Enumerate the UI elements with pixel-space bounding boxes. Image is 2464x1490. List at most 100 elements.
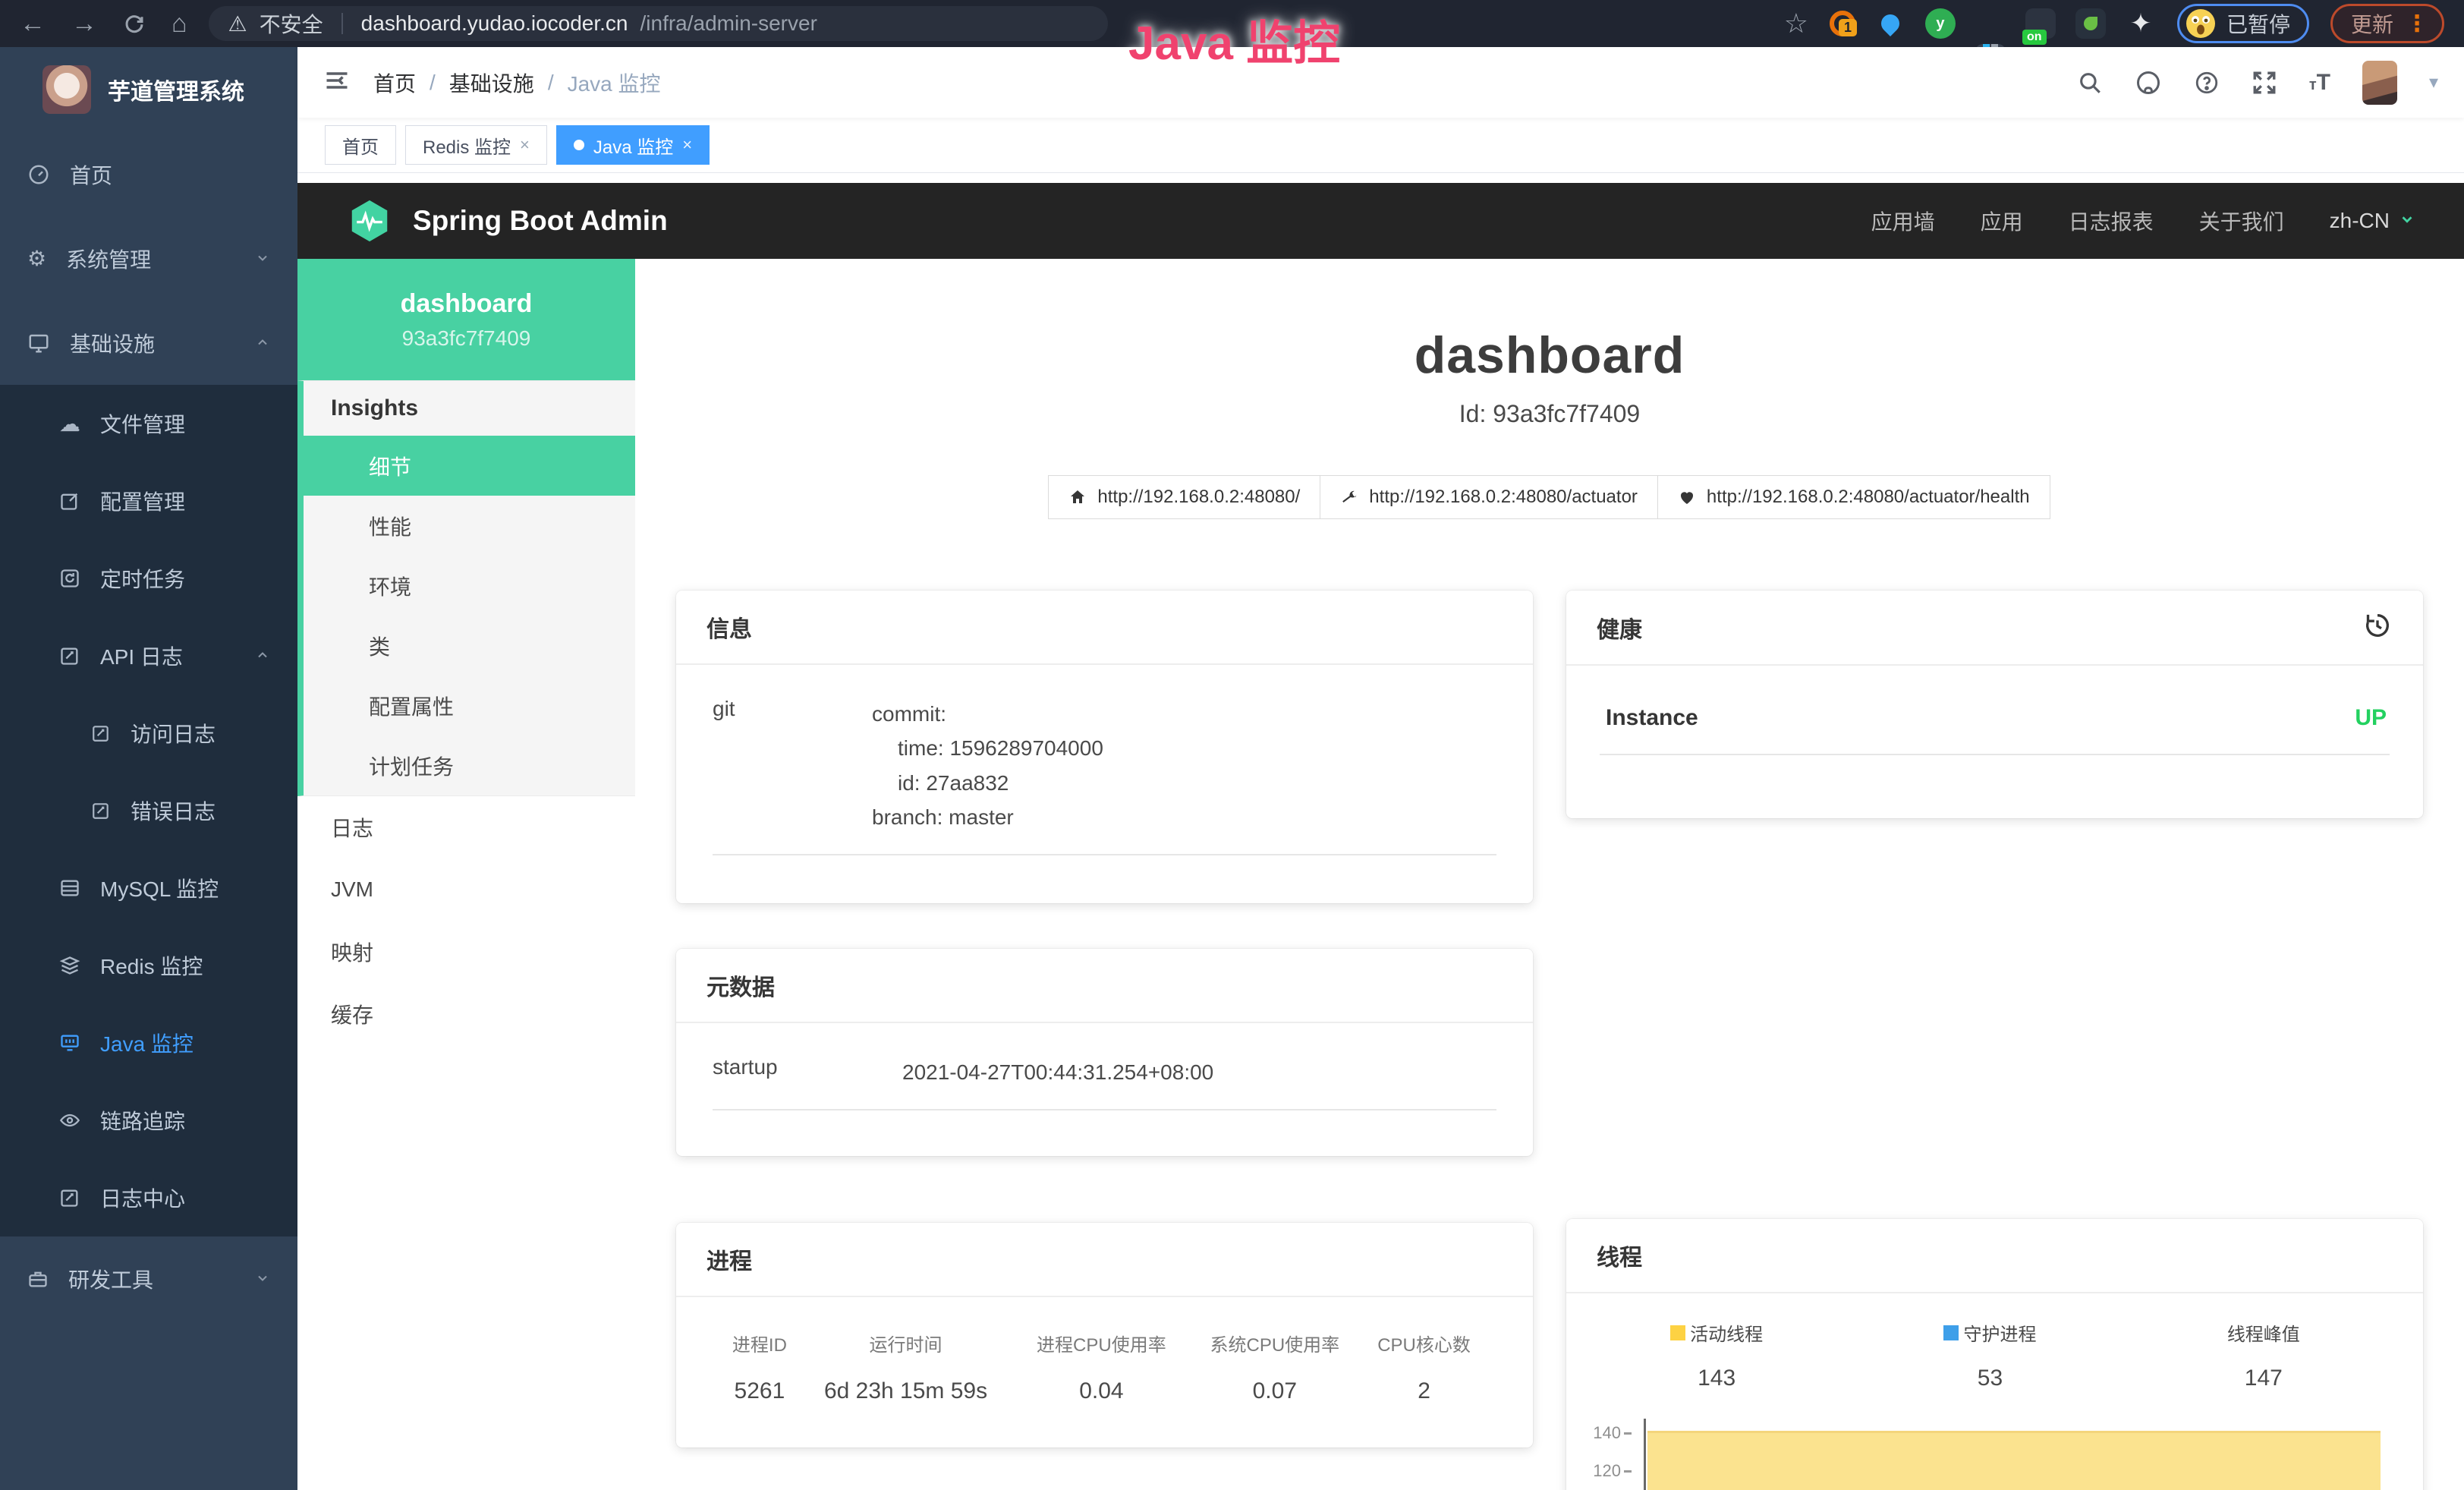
- tab-redis[interactable]: Redis 监控 ×: [405, 125, 547, 165]
- chevron-up-icon: [255, 331, 270, 355]
- layers-icon: [59, 955, 80, 976]
- sba-item-classes[interactable]: 类: [304, 616, 635, 676]
- sba-nav-about[interactable]: 关于我们: [2199, 206, 2284, 236]
- sidebar-item-java[interactable]: Java 监控: [0, 1004, 297, 1082]
- sidebar-item-log-center[interactable]: 日志中心: [0, 1159, 297, 1236]
- leaf-extension-icon[interactable]: [2075, 8, 2106, 39]
- insights-label: Insights: [304, 381, 635, 436]
- content: 首页 / 基础设施 / Java 监控 тT ▾: [297, 47, 2464, 1490]
- sidebar-item-error-log[interactable]: 错误日志: [0, 772, 297, 849]
- menu-dots-icon[interactable]: ⋮: [2406, 11, 2428, 37]
- page-title: dashboard: [676, 326, 2423, 385]
- health-url-button[interactable]: http://192.168.0.2:48080/actuator/health: [1657, 475, 2050, 519]
- card-title: 元数据: [706, 969, 775, 1002]
- github-icon[interactable]: [2135, 69, 2162, 96]
- peak-threads-value: 147: [2127, 1366, 2400, 1391]
- history-icon[interactable]: [2362, 610, 2393, 644]
- profile-chip[interactable]: 已暂停: [2177, 4, 2309, 43]
- sidebar-item-devtools[interactable]: 研发工具: [0, 1236, 297, 1321]
- sba-main: dashboard Id: 93a3fc7f7409 http://192.16…: [635, 259, 2464, 1490]
- sba-sidebar: dashboard 93a3fc7f7409 Insights 细节 性能 环境…: [297, 259, 635, 1490]
- sba-nav-wallboard[interactable]: 应用墙: [1871, 206, 1935, 236]
- warning-icon: ⚠: [228, 11, 247, 36]
- home-icon: [1068, 488, 1087, 506]
- update-label: 更新: [2351, 8, 2393, 39]
- sba-item-mappings[interactable]: 映射: [297, 921, 635, 983]
- sidebar-item-infra[interactable]: 基础设施: [0, 301, 297, 385]
- update-button[interactable]: 更新 ⋮: [2330, 4, 2444, 43]
- profile-status: 已暂停: [2226, 8, 2290, 39]
- tab-java[interactable]: Java 监控 ×: [556, 125, 710, 165]
- reload-icon[interactable]: [123, 12, 146, 35]
- font-size-icon[interactable]: тT: [2309, 70, 2330, 96]
- address-bar[interactable]: ⚠ 不安全 dashboard.yudao.iocoder.cn/infra/a…: [209, 6, 1108, 41]
- sidebar-item-redis[interactable]: Redis 监控: [0, 927, 297, 1004]
- chevron-down-icon: [255, 247, 270, 271]
- user-avatar[interactable]: [2362, 61, 2397, 105]
- instance-links: http://192.168.0.2:48080/ http://192.168…: [676, 475, 2423, 519]
- spring-boot-admin: Spring Boot Admin 应用墙 应用 日志报表 关于我们 zh-CN: [297, 173, 2464, 1490]
- sba-item-caches[interactable]: 缓存: [297, 983, 635, 1045]
- puzzle-extensions-icon[interactable]: ✦: [2126, 8, 2156, 39]
- close-icon[interactable]: ×: [682, 135, 692, 155]
- metadata-card: 元数据 startup 2021-04-27T00:44:31.254+08:0…: [676, 949, 1533, 1156]
- search-icon[interactable]: [2077, 70, 2103, 96]
- sidebar-item-jobs[interactable]: 定时任务: [0, 540, 297, 617]
- breadcrumb-separator: /: [548, 71, 554, 95]
- sba-body: dashboard 93a3fc7f7409 Insights 细节 性能 环境…: [297, 259, 2464, 1490]
- sba-nav-applications[interactable]: 应用: [1981, 206, 2023, 236]
- cpu-cores: 2: [1361, 1378, 1487, 1405]
- legend-swatch-blue: [1943, 1325, 1959, 1340]
- sidebar-item-files[interactable]: ☁ 文件管理: [0, 385, 297, 462]
- pin-extension-icon[interactable]: [1875, 8, 1905, 39]
- actuator-url-button[interactable]: http://192.168.0.2:48080/actuator: [1320, 475, 1658, 519]
- y-extension-icon[interactable]: y: [1925, 8, 1956, 39]
- sba-item-environment[interactable]: 环境: [304, 556, 635, 616]
- sidebar-logo-row[interactable]: 芋道管理系统: [0, 47, 297, 132]
- info-key: git: [713, 697, 872, 834]
- bookmark-star-icon[interactable]: ☆: [1784, 8, 1808, 39]
- sba-item-details[interactable]: 细节: [297, 436, 635, 496]
- sidebar-item-access-log[interactable]: 访问日志: [0, 695, 297, 772]
- hamburger-icon[interactable]: [323, 67, 351, 98]
- gauge-icon: [27, 163, 50, 186]
- breadcrumb-infra[interactable]: 基础设施: [449, 68, 534, 98]
- caret-down-icon[interactable]: ▾: [2429, 71, 2438, 93]
- breadcrumb-home[interactable]: 首页: [373, 68, 416, 98]
- threads-legend: 活动线程 143 守护进程 53: [1580, 1319, 2400, 1391]
- extension-icon[interactable]: 1: [1830, 11, 1855, 36]
- sba-item-config-props[interactable]: 配置属性: [304, 676, 635, 736]
- sidebar-item-system[interactable]: ⚙ 系统管理: [0, 216, 297, 301]
- service-url-button[interactable]: http://192.168.0.2:48080/: [1048, 475, 1320, 519]
- close-icon[interactable]: ×: [520, 135, 530, 155]
- sidebar-item-config[interactable]: 配置管理: [0, 462, 297, 540]
- fullscreen-icon[interactable]: [2252, 70, 2277, 96]
- sidebar-item-mysql[interactable]: MySQL 监控: [0, 849, 297, 927]
- sba-item-jvm[interactable]: JVM: [297, 858, 635, 921]
- forward-icon[interactable]: →: [71, 9, 97, 39]
- language-selector[interactable]: zh-CN: [2330, 209, 2415, 233]
- sba-item-scheduled-tasks[interactable]: 计划任务: [304, 736, 635, 795]
- tab-home[interactable]: 首页: [325, 125, 396, 165]
- info-row-git: git commit: time: 1596289704000 id: 27aa…: [713, 697, 1496, 855]
- sba-nav-journal[interactable]: 日志报表: [2069, 206, 2154, 236]
- sidebar-item-api-log[interactable]: API 日志: [0, 617, 297, 695]
- sba-instance-card[interactable]: dashboard 93a3fc7f7409: [297, 259, 635, 380]
- top-navbar: 首页 / 基础设施 / Java 监控 тT ▾: [297, 47, 2464, 118]
- home-icon[interactable]: ⌂: [172, 9, 187, 39]
- sba-item-metrics[interactable]: 性能: [304, 496, 635, 556]
- sba-brand[interactable]: Spring Boot Admin: [346, 197, 668, 244]
- security-label: 不安全: [260, 8, 323, 39]
- sidebar-item-tracing[interactable]: 链路追踪: [0, 1082, 297, 1159]
- sba-item-logs[interactable]: 日志: [297, 796, 635, 858]
- chevron-down-icon: [255, 1267, 270, 1291]
- sidebar-submenu: ☁ 文件管理 配置管理 定时任务 API 日志: [0, 385, 297, 1236]
- help-icon[interactable]: [2194, 70, 2220, 96]
- on-extension-icon[interactable]: on: [2025, 8, 2056, 39]
- sidebar-item-home[interactable]: 首页: [0, 132, 297, 216]
- back-icon[interactable]: ←: [20, 9, 46, 39]
- card-title: 信息: [706, 610, 752, 644]
- java-monitor-icon: [59, 1032, 80, 1054]
- url-host: dashboard.yudao.iocoder.cn: [361, 11, 628, 36]
- plot-area: [1644, 1419, 2381, 1490]
